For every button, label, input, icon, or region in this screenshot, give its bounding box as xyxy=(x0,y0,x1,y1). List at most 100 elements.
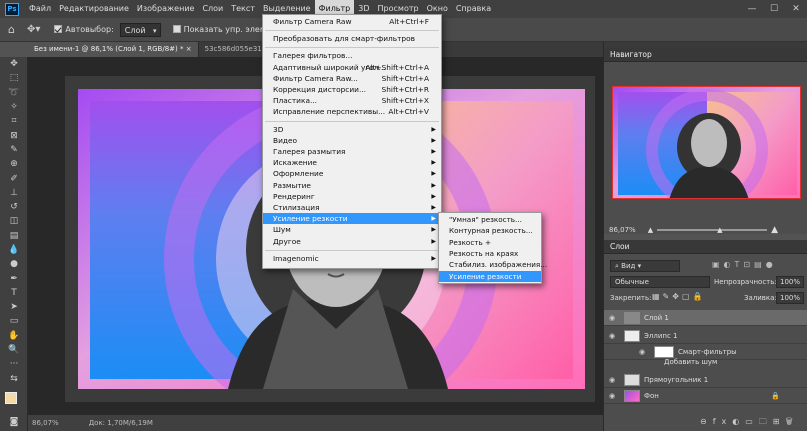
zoom-out-icon[interactable]: ▲ xyxy=(648,226,653,234)
eye-icon[interactable]: ◉ xyxy=(604,314,620,322)
filter-menu-item[interactable]: Стилизация ▶ xyxy=(263,202,441,213)
sharpen-submenu-item[interactable]: Контурная резкость... xyxy=(439,225,541,236)
eyedropper-tool-icon[interactable]: ✎ xyxy=(0,143,28,157)
filter-menu-item[interactable]: Фильтр Camera Raw Alt+Ctrl+F xyxy=(263,16,441,27)
fill-value[interactable]: 100% xyxy=(776,292,804,304)
foreground-color-swatch[interactable] xyxy=(5,392,17,404)
submenu-arrow-icon: ▶ xyxy=(431,204,436,211)
eye-icon[interactable]: ◉ xyxy=(604,332,620,340)
menu-item[interactable]: Изображение xyxy=(133,0,199,18)
sharpen-submenu-item[interactable]: Стабилиз. изображения... xyxy=(439,259,547,270)
filter-menu-item[interactable]: Видео ▶ xyxy=(263,135,441,146)
more-tools-icon[interactable]: ··· xyxy=(0,357,28,371)
sharpen-submenu-item[interactable]: "Умная" резкость... xyxy=(439,214,541,225)
lock-icons[interactable]: ▦✎✥▢🔒 xyxy=(652,292,705,301)
move-tool-icon[interactable]: ✥▾ xyxy=(27,24,40,35)
lock-label: Закрепить: xyxy=(610,294,652,302)
navigator-zoom-value[interactable]: 86,07% xyxy=(609,226,636,234)
frame-tool-icon[interactable]: ⊠ xyxy=(0,128,28,142)
menu-item[interactable]: Файл xyxy=(25,0,55,18)
pen-tool-icon[interactable]: ✒ xyxy=(0,271,28,285)
move-tool-icon[interactable]: ✥ xyxy=(0,57,28,71)
layer-row-ellipse1[interactable]: ◉ Эллипс 1 xyxy=(604,328,807,344)
layers-footer-icons[interactable]: ⊖fx◐▭🗀⊞🗑 xyxy=(700,416,799,430)
filter-menu-item[interactable]: Исправление перспективы... Alt+Ctrl+V xyxy=(263,106,441,117)
autoselect-dropdown[interactable]: Слой xyxy=(119,22,161,38)
menu-item[interactable]: Текст xyxy=(227,0,259,18)
filter-menu-item[interactable]: Пластика... Shift+Ctrl+X xyxy=(263,95,441,106)
filter-menu-item[interactable]: Оформление ▶ xyxy=(263,168,441,179)
opacity-value[interactable]: 100% xyxy=(776,276,804,288)
filter-menu-item[interactable]: Рендеринг ▶ xyxy=(263,191,441,202)
sharpen-submenu-item[interactable]: Резкость на краях xyxy=(439,248,541,259)
marquee-tool-icon[interactable]: ⬚ xyxy=(0,71,28,85)
filter-menu-item[interactable]: Другое ▶ xyxy=(263,236,441,247)
zoom-slider[interactable]: ▲ xyxy=(657,226,768,234)
filter-menu-item[interactable]: Галерея размытия ▶ xyxy=(263,146,441,157)
crop-tool-icon[interactable]: ⌗ xyxy=(0,114,28,128)
photoshop-logo-icon[interactable]: Ps xyxy=(5,2,19,16)
zoom-tool-icon[interactable]: 🔍 xyxy=(0,343,28,357)
layer-filter-icons[interactable]: ▣◐T⊡▤● xyxy=(712,260,777,269)
history-brush-tool-icon[interactable]: ↺ xyxy=(0,200,28,214)
zoom-slider-handle[interactable]: ▲ xyxy=(717,226,722,234)
healing-brush-tool-icon[interactable]: ⊕ xyxy=(0,157,28,171)
type-tool-icon[interactable]: T xyxy=(0,286,28,300)
gradient-tool-icon[interactable]: ▤ xyxy=(0,229,28,243)
menu-item[interactable]: Справка xyxy=(452,0,495,18)
eye-icon[interactable]: ◉ xyxy=(604,376,620,384)
dodge-tool-icon[interactable]: ● xyxy=(0,257,28,271)
sharpen-submenu-item[interactable]: Резкость + xyxy=(439,237,541,248)
autoselect-checkbox[interactable]: Автовыбор: xyxy=(54,23,114,37)
minimize-icon[interactable]: — xyxy=(741,0,763,18)
hand-tool-icon[interactable]: ✋ xyxy=(0,329,28,343)
stamp-tool-icon[interactable]: ⊥ xyxy=(0,186,28,200)
filter-menu-item[interactable]: Шум ▶ xyxy=(263,224,441,235)
layer-filter-dropdown[interactable]: ⌕ Вид ▾ xyxy=(610,260,680,272)
menu-item[interactable]: Редактирование xyxy=(55,0,133,18)
layer-row-background[interactable]: ◉ Фон 🔒 xyxy=(604,388,807,404)
filter-menu-item[interactable]: Преобразовать для смарт-фильтров xyxy=(263,33,441,44)
filter-menu-item[interactable]: Фильтр Camera Raw... Shift+Ctrl+A xyxy=(263,73,441,84)
zoom-level[interactable]: 86,07% xyxy=(32,419,59,427)
tab-document-1[interactable]: Без имени-1 @ 86,1% (Слой 1, RGB/8#) * × xyxy=(28,42,199,57)
swap-colors-icon[interactable]: ⇆ xyxy=(0,372,28,386)
layers-title[interactable]: Слои xyxy=(604,240,807,254)
eraser-tool-icon[interactable]: ◫ xyxy=(0,214,28,228)
show-controls-checkbox[interactable]: Показать упр. элем. xyxy=(172,23,268,37)
blur-tool-icon[interactable]: 💧 xyxy=(0,243,28,257)
filter-menu-item[interactable]: Коррекция дисторсии... Shift+Ctrl+R xyxy=(263,84,441,95)
rectangle-tool-icon[interactable]: ▭ xyxy=(0,314,28,328)
layer-row-add-noise[interactable]: Добавить шум xyxy=(604,356,807,368)
filter-menu-item[interactable]: 3D ▶ xyxy=(263,124,441,135)
home-icon[interactable]: ⌂ xyxy=(8,23,15,36)
path-selection-tool-icon[interactable]: ➤ xyxy=(0,300,28,314)
submenu-arrow-icon: ▶ xyxy=(431,226,436,234)
maximize-icon[interactable]: ☐ xyxy=(763,0,785,18)
quick-mask-icon[interactable]: ◙ xyxy=(0,415,28,429)
menu-item-label: Усиление резкости xyxy=(273,214,348,224)
layer-row-rectangle1[interactable]: ◉ Прямоугольник 1 xyxy=(604,372,807,388)
filter-menu-item[interactable]: Imagenomic ▶ xyxy=(263,253,441,264)
filter-menu-item[interactable]: Галерея фильтров... xyxy=(263,50,441,61)
filter-menu-item[interactable]: Усиление резкости ▶ xyxy=(263,213,441,225)
blend-mode-dropdown[interactable]: Обычные xyxy=(610,276,710,288)
navigator-title[interactable]: Навигатор xyxy=(604,48,807,62)
filter-menu-item[interactable]: Размытие ▶ xyxy=(263,180,441,191)
menu-item-label: Фильтр Camera Raw xyxy=(273,17,352,26)
layer-row-layer1[interactable]: ◉ Слой 1 xyxy=(604,310,807,326)
lasso-tool-icon[interactable]: ➰ xyxy=(0,86,28,100)
tools-panel: ✥ ⬚ ➰ ✧ ⌗ ⊠ ✎ ⊕ ✐ ⊥ ↺ ◫ ▤ 💧 ● ✒ T ➤ ▭ ✋ … xyxy=(0,57,28,431)
filter-menu-item[interactable]: Адаптивный широкий угол... Alt+Shift+Ctrl… xyxy=(263,62,441,73)
magic-wand-tool-icon[interactable]: ✧ xyxy=(0,100,28,114)
zoom-in-icon[interactable]: ▲ xyxy=(771,225,778,235)
tab-close-icon[interactable]: × xyxy=(186,45,192,53)
navigator-thumbnail[interactable] xyxy=(612,86,801,199)
close-icon[interactable]: ✕ xyxy=(785,0,807,18)
brush-tool-icon[interactable]: ✐ xyxy=(0,171,28,185)
eye-icon[interactable]: ◉ xyxy=(604,392,620,400)
sharpen-submenu-item[interactable]: Усиление резкости xyxy=(439,270,541,282)
filter-menu-item[interactable]: Искажение ▶ xyxy=(263,157,441,168)
eye-icon[interactable]: ◉ xyxy=(634,348,650,356)
menu-item[interactable]: Слои xyxy=(198,0,227,18)
